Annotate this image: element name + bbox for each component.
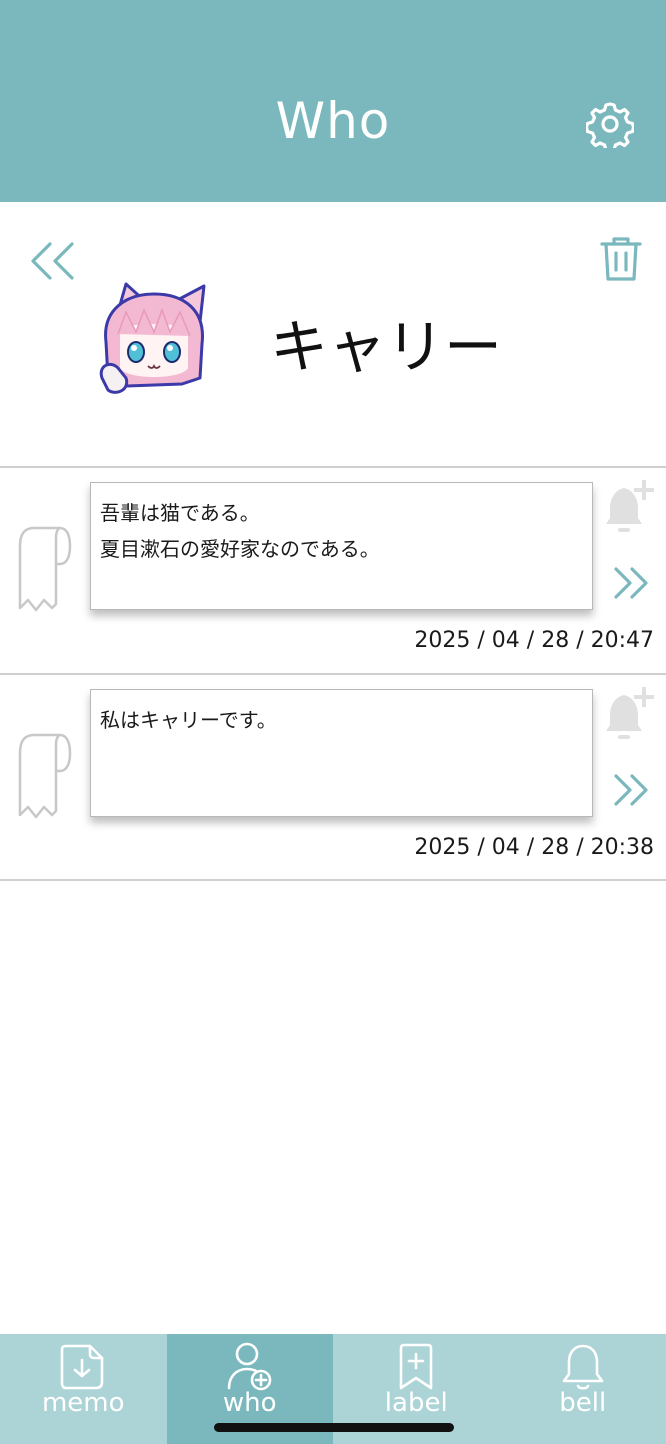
profile-name: キャリー — [270, 313, 503, 381]
tab-label: who — [222, 1388, 277, 1418]
bell-add-icon[interactable] — [606, 478, 656, 534]
tab-memo[interactable]: memo — [0, 1334, 167, 1444]
app-header: Who — [0, 0, 666, 202]
home-indicator[interactable] — [214, 1423, 454, 1432]
memo-text-box[interactable]: 私はキャリーです。 — [90, 689, 593, 817]
memo-line: 夏目漱石の愛好家なのである。 — [100, 537, 380, 561]
bell-icon — [562, 1344, 604, 1390]
avatar — [99, 282, 206, 394]
page-title: Who — [275, 92, 391, 150]
memo-timestamp: 2025 / 04 / 28 / 20:47 — [414, 628, 654, 653]
memo-download-icon — [60, 1344, 104, 1390]
bell-add-icon[interactable] — [606, 685, 656, 741]
memo-line: 吾輩は猫である。 — [100, 501, 260, 525]
tab-label-text: label — [384, 1388, 448, 1418]
list-item: 私はキャリーです。 2025 / 04 / 28 / 20:38 — [0, 675, 666, 881]
bookmark-add-icon — [399, 1343, 433, 1390]
forward-button[interactable] — [612, 566, 652, 600]
memo-line: 私はキャリーです。 — [100, 708, 277, 732]
trash-icon[interactable] — [600, 236, 642, 282]
tab-bell[interactable]: bell — [499, 1334, 666, 1444]
tab-label: bell — [559, 1388, 607, 1418]
gear-icon[interactable] — [586, 100, 634, 148]
back-button[interactable] — [28, 240, 78, 282]
memo-timestamp: 2025 / 04 / 28 / 20:38 — [414, 835, 654, 860]
user-add-icon — [227, 1342, 272, 1391]
memo-text-box[interactable]: 吾輩は猫である。 夏目漱石の愛好家なのである。 — [90, 482, 593, 610]
scroll-icon[interactable] — [16, 526, 74, 616]
scroll-icon[interactable] — [16, 733, 74, 823]
divider — [0, 879, 666, 881]
tab-label: memo — [41, 1388, 125, 1418]
forward-button[interactable] — [612, 773, 652, 807]
list-item: 吾輩は猫である。 夏目漱石の愛好家なのである。 2025 / 04 / 28 /… — [0, 468, 666, 674]
